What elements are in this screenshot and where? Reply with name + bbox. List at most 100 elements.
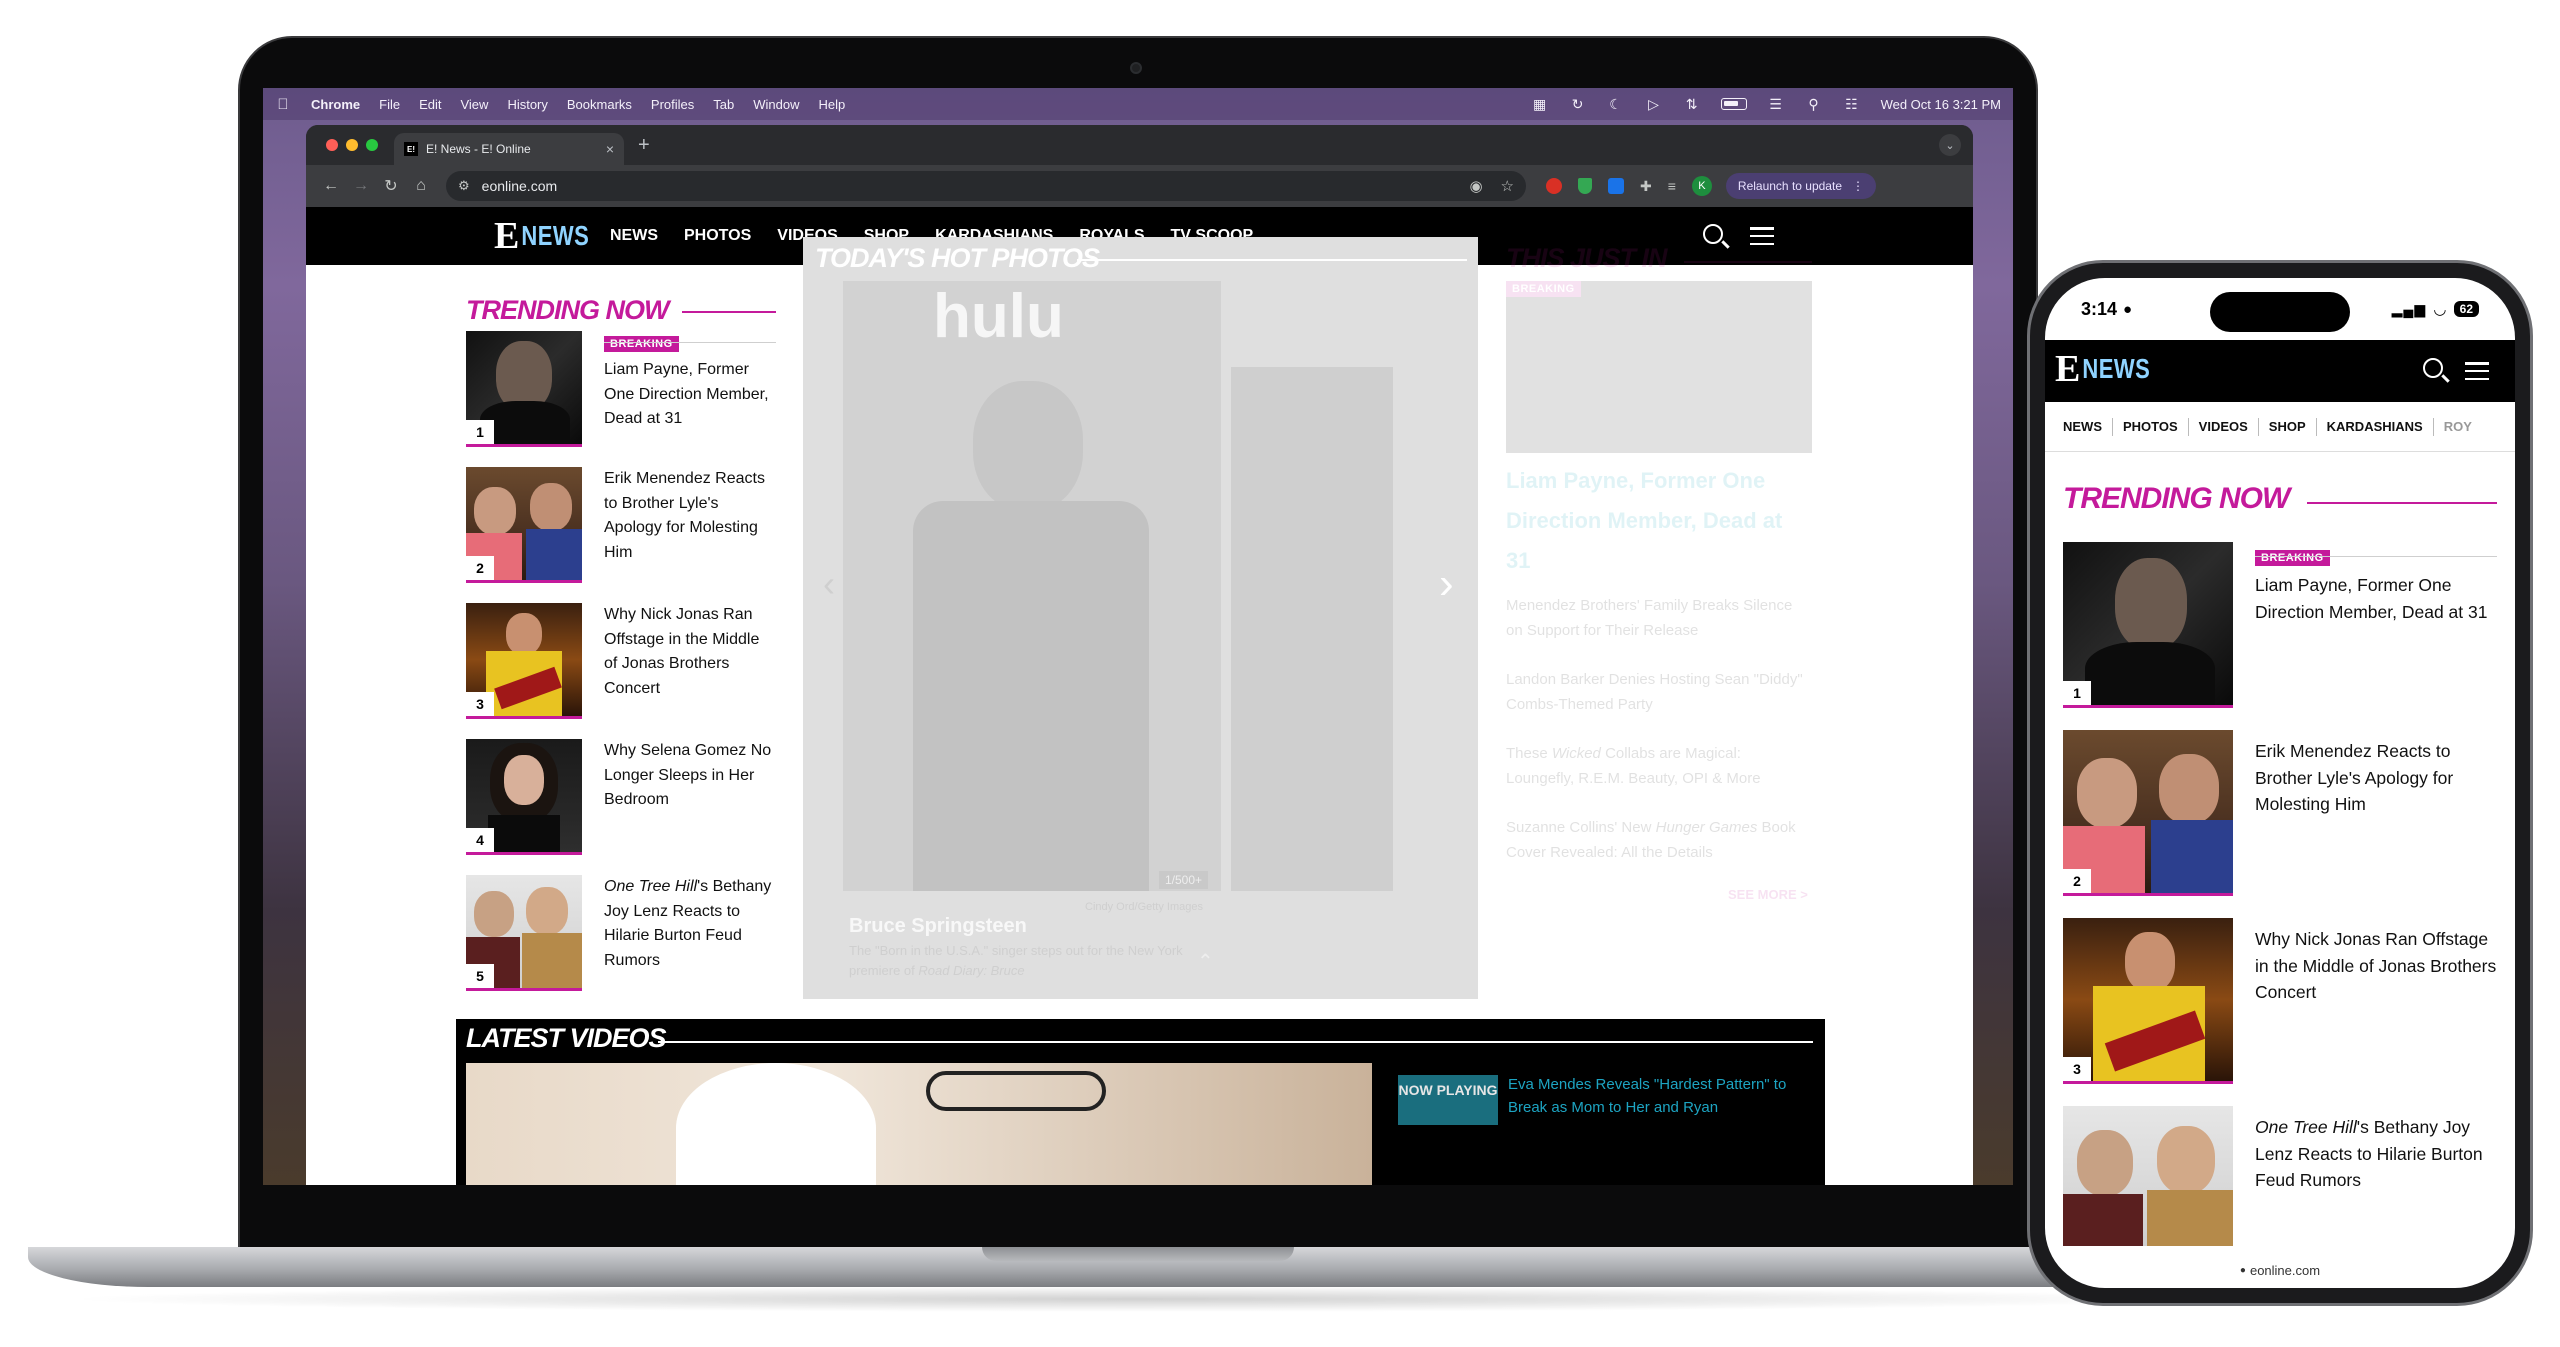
puzzle-extensions-icon[interactable]: ✚ — [1640, 178, 1652, 195]
close-window-button[interactable] — [326, 139, 338, 151]
trending-item[interactable]: 3 Why Nick Jonas Ran Offstage in the Mid… — [466, 603, 774, 719]
safari-url[interactable]: eonline.com — [2250, 1263, 2320, 1278]
trending-rank: 2 — [2063, 869, 2091, 893]
trending-thumbnail[interactable]: 1 — [466, 331, 582, 447]
forward-arrow-icon[interactable]: → — [346, 177, 376, 195]
next-photo-chevron-icon[interactable]: › — [1439, 559, 1454, 609]
arrows-status-icon[interactable]: ⇅ — [1683, 96, 1701, 113]
nav-royals-truncated[interactable]: ROY — [2444, 419, 2472, 434]
trending-headline[interactable]: Erik Menendez Reacts to Brother Lyle's A… — [604, 470, 765, 561]
trending-thumbnail[interactable]: 3 — [2063, 918, 2233, 1084]
menubar-clock[interactable]: Wed Oct 16 3:21 PM — [1881, 97, 2001, 112]
trending-headline[interactable]: Why Nick Jonas Ran Offstage in the Middl… — [604, 606, 759, 697]
trending-headline-show[interactable]: One Tree Hill — [2255, 1117, 2357, 1137]
trending-thumbnail[interactable]: 2 — [2063, 730, 2233, 896]
trending-headline[interactable]: Erik Menendez Reacts to Brother Lyle's A… — [2255, 741, 2453, 814]
trending-thumbnail[interactable] — [2063, 1106, 2233, 1246]
trending-item[interactable]: 1 BREAKING Liam Payne, Former One Direct… — [2063, 542, 2505, 708]
address-bar[interactable]: ⚙ eonline.com ◉ ☆ — [446, 171, 1526, 201]
just-in-hero-image[interactable]: BREAKING — [1506, 281, 1812, 453]
extension-red-icon[interactable] — [1546, 178, 1562, 194]
trending-thumbnail[interactable]: 5 — [466, 875, 582, 991]
media-queue-icon[interactable]: ≡ — [1668, 178, 1676, 194]
bookmark-star-icon[interactable]: ☆ — [1501, 177, 1514, 195]
spotlight-search-icon[interactable]: ⚲ — [1805, 96, 1823, 113]
trending-item[interactable]: 4 Why Selena Gomez No Longer Sleeps in H… — [466, 739, 774, 855]
trending-headline[interactable]: Liam Payne, Former One Direction Member,… — [2255, 575, 2487, 622]
menu-window[interactable]: Window — [753, 97, 799, 112]
trending-item[interactable]: 1 BREAKING Liam Payne, Former One Direct… — [466, 331, 774, 447]
extension-status-icon[interactable]: ▦ — [1531, 96, 1549, 113]
play-status-icon[interactable]: ▷ — [1645, 96, 1663, 113]
see-more-link[interactable]: SEE MORE > — [1728, 887, 1808, 902]
menu-hamburger-icon[interactable] — [2465, 362, 2489, 380]
eye-slash-icon[interactable]: ◉ — [1469, 177, 1482, 195]
menu-profiles[interactable]: Profiles — [651, 97, 694, 112]
caption-expand-chevron-icon[interactable]: ⌃ — [1197, 949, 1214, 974]
address-url[interactable]: eonline.com — [482, 178, 1452, 194]
trending-thumbnail[interactable]: 3 — [466, 603, 582, 719]
trending-item[interactable]: 2 Erik Menendez Reacts to Brother Lyle's… — [466, 467, 774, 583]
menu-app-chrome[interactable]: Chrome — [311, 97, 360, 112]
trending-item[interactable]: 2 Erik Menendez Reacts to Brother Lyle's… — [2063, 730, 2505, 896]
relaunch-to-update-button[interactable]: Relaunch to update ⋮ — [1725, 173, 1876, 199]
nav-photos[interactable]: PHOTOS — [2123, 419, 2178, 434]
enews-logo[interactable]: E NEWS — [494, 217, 589, 255]
just-in-hero-headline[interactable]: Liam Payne, Former One Direction Member,… — [1506, 461, 1806, 581]
sync-status-icon[interactable]: ↻ — [1569, 96, 1587, 113]
wifi-icon[interactable]: ☰ — [1767, 96, 1785, 113]
trending-thumbnail[interactable]: 4 — [466, 739, 582, 855]
just-in-item[interactable]: These Wicked Collabs are Magical: Lounge… — [1506, 741, 1812, 791]
focus-moon-icon[interactable]: ☾ — [1607, 96, 1625, 113]
menu-file[interactable]: File — [379, 97, 400, 112]
enews-logo[interactable]: E NEWS — [2055, 350, 2150, 388]
home-icon[interactable]: ⌂ — [406, 177, 436, 195]
just-in-item[interactable]: Landon Barker Denies Hosting Sean "Diddy… — [1506, 667, 1812, 717]
menu-history[interactable]: History — [507, 97, 547, 112]
nav-news[interactable]: NEWS — [610, 227, 658, 245]
menu-tab[interactable]: Tab — [713, 97, 734, 112]
menu-bookmarks[interactable]: Bookmarks — [567, 97, 632, 112]
trending-thumbnail[interactable]: 1 — [2063, 542, 2233, 708]
menu-view[interactable]: View — [460, 97, 488, 112]
close-tab-icon[interactable]: × — [606, 141, 614, 157]
back-arrow-icon[interactable]: ← — [316, 177, 346, 195]
browser-tab-eonline[interactable]: E! E! News - E! Online × — [394, 133, 624, 165]
menu-edit[interactable]: Edit — [419, 97, 441, 112]
nav-shop[interactable]: SHOP — [2269, 419, 2306, 434]
nav-photos[interactable]: PHOTOS — [684, 227, 751, 245]
zoom-window-button[interactable] — [366, 139, 378, 151]
nav-kardashians[interactable]: KARDASHIANS — [2327, 419, 2423, 434]
trending-headline-show[interactable]: One Tree Hill — [604, 878, 697, 895]
apple-icon[interactable]:  — [275, 96, 291, 113]
new-tab-icon[interactable]: + — [638, 134, 650, 157]
safari-url-bar[interactable]: ● eonline.com — [2045, 1253, 2515, 1288]
trending-headline[interactable]: Liam Payne, Former One Direction Member,… — [604, 361, 769, 427]
featured-video-player[interactable] — [466, 1063, 1372, 1185]
trending-thumbnail[interactable]: 2 — [466, 467, 582, 583]
trending-headline[interactable]: Why Nick Jonas Ran Offstage in the Middl… — [2255, 929, 2496, 1002]
minimize-window-button[interactable] — [346, 139, 358, 151]
just-in-item[interactable]: Suzanne Collins' New Hunger Games Book C… — [1506, 815, 1812, 865]
nav-news[interactable]: NEWS — [2063, 419, 2102, 434]
just-in-item[interactable]: Menendez Brothers' Family Breaks Silence… — [1506, 593, 1812, 643]
nav-videos[interactable]: VIDEOS — [2199, 419, 2248, 434]
battery-icon[interactable] — [1720, 98, 1747, 110]
trending-item[interactable]: 3 Why Nick Jonas Ran Offstage in the Mid… — [2063, 918, 2505, 1084]
hot-photo-next-image[interactable] — [1231, 367, 1393, 891]
extension-shield-icon[interactable] — [1578, 178, 1592, 194]
reload-icon[interactable]: ↻ — [376, 176, 406, 196]
search-icon[interactable] — [2423, 358, 2443, 378]
tab-search-chevron-icon[interactable]: ⌄ — [1939, 134, 1961, 156]
control-center-icon[interactable]: ☷ — [1843, 96, 1861, 113]
site-info-icon[interactable]: ⚙ — [458, 178, 470, 194]
hot-photo-image[interactable]: hulu 1/500+ — [843, 281, 1221, 891]
trending-headline[interactable]: Why Selena Gomez No Longer Sleeps in Her… — [604, 742, 771, 808]
trending-item[interactable]: One Tree Hill's Bethany Joy Lenz Reacts … — [2063, 1106, 2505, 1246]
trending-item[interactable]: 5 One Tree Hill's Bethany Joy Lenz React… — [466, 875, 774, 991]
profile-avatar[interactable]: K — [1691, 176, 1712, 196]
now-playing-headline[interactable]: Eva Mendes Reveals "Hardest Pattern" to … — [1508, 1073, 1808, 1119]
prev-photo-chevron-icon[interactable]: ‹ — [823, 563, 835, 605]
extension-download-icon[interactable] — [1608, 178, 1624, 194]
menu-help[interactable]: Help — [819, 97, 846, 112]
